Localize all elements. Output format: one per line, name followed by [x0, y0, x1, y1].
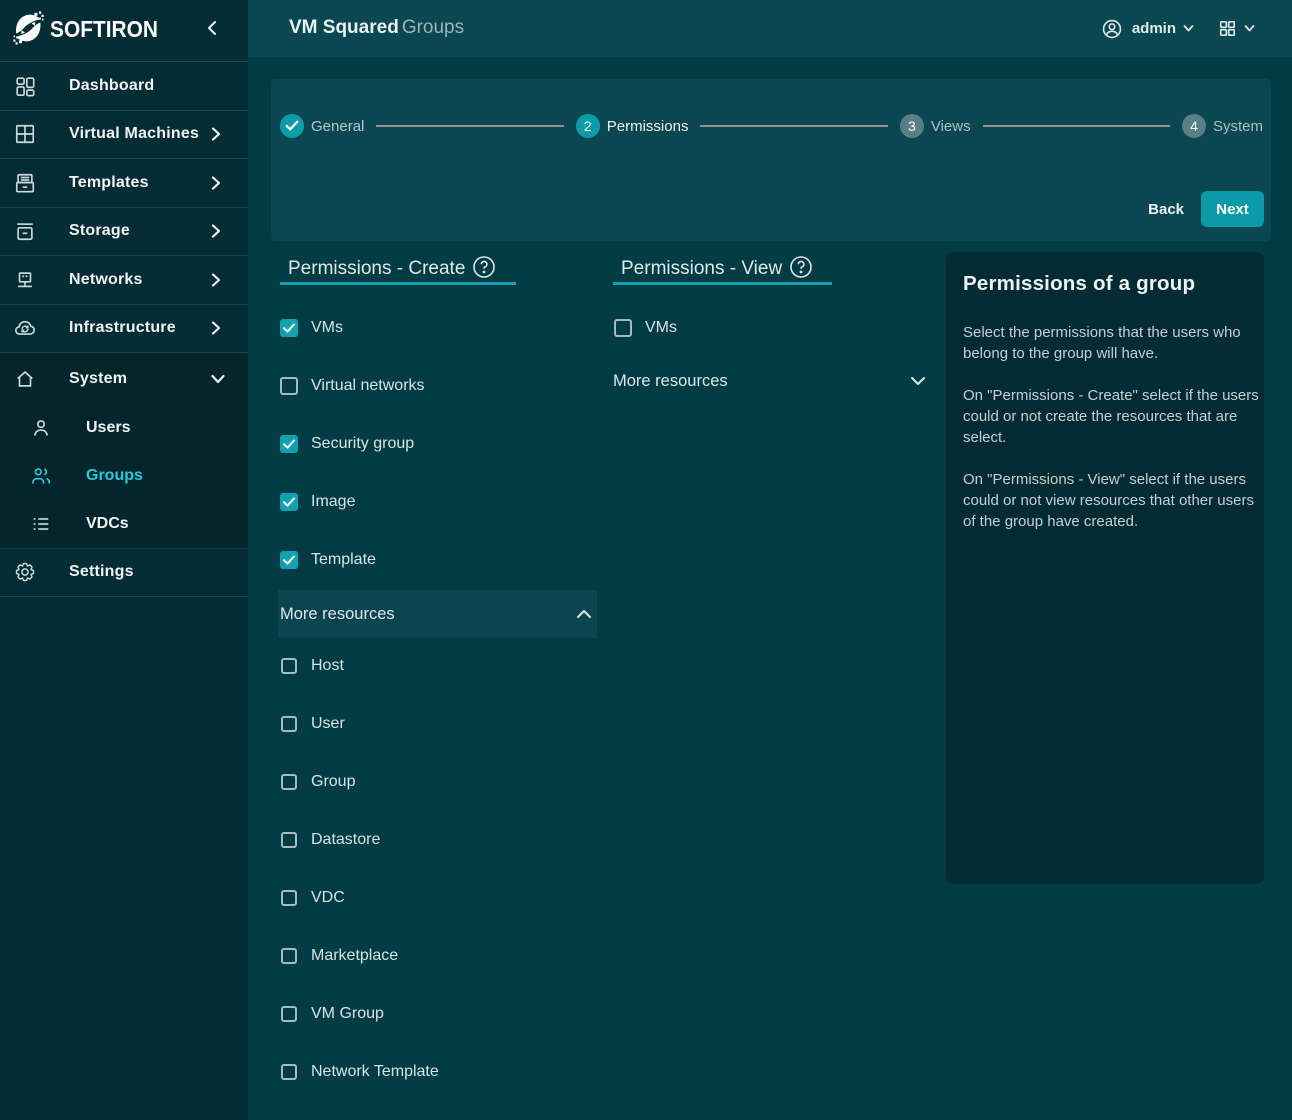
- svg-text:SOFTIRON: SOFTIRON: [50, 16, 158, 42]
